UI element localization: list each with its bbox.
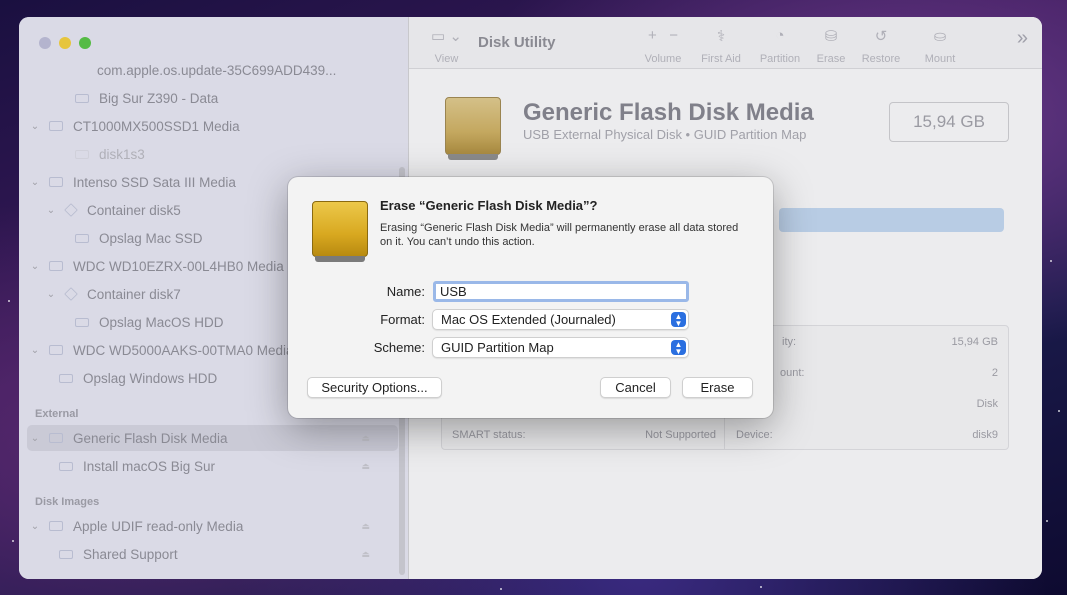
chevron-down-icon[interactable]: ⌄ bbox=[29, 177, 41, 188]
eject-icon[interactable]: ⏏ bbox=[361, 549, 370, 560]
volume-button[interactable]: + − Volume bbox=[641, 27, 685, 65]
sidebar-item-label: WDC WD10EZRX-00L4HB0 Media bbox=[73, 258, 284, 274]
disk-icon bbox=[49, 433, 63, 443]
sidebar-item[interactable]: disk1s3 bbox=[27, 141, 398, 167]
volume-icon bbox=[59, 461, 73, 471]
disk-icon bbox=[49, 345, 63, 355]
sidebar-item[interactable]: ⌄ Apple UDIF read-only Media ⏏ bbox=[27, 513, 398, 539]
sidebar-item-label: Install macOS Big Sur bbox=[83, 458, 216, 474]
restore-button[interactable]: ↺ Restore bbox=[859, 27, 903, 65]
minus-icon: − bbox=[669, 27, 679, 44]
sidebar-item-label: com.apple.os.update-35C699ADD439... bbox=[97, 62, 337, 78]
cancel-button[interactable]: Cancel bbox=[600, 377, 671, 398]
disk-icon bbox=[49, 261, 63, 271]
volume-icon bbox=[75, 149, 89, 159]
sidebar-item-label: Opslag Mac SSD bbox=[99, 230, 203, 246]
sidebar-section-external: External bbox=[35, 408, 79, 420]
chevron-down-icon[interactable]: ⌄ bbox=[45, 289, 57, 300]
sidebar-item-label: Shared Support bbox=[83, 546, 178, 562]
restore-icon: ↺ bbox=[874, 28, 888, 45]
zoom-window-button[interactable] bbox=[79, 37, 91, 49]
erase-icon: ⛁ bbox=[824, 28, 838, 45]
chevron-down-icon[interactable]: ⌄ bbox=[29, 433, 41, 444]
sidebar-item-generic-flash-disk[interactable]: ⌄ Generic Flash Disk Media ⏏ bbox=[27, 425, 398, 451]
chevron-right-double-icon[interactable]: » bbox=[1017, 27, 1028, 50]
volume-icon bbox=[75, 93, 89, 103]
pie-icon: ◔ bbox=[775, 27, 785, 44]
disk-hero bbox=[445, 97, 501, 160]
toolbar: ▭ ⌄ View Disk Utility + − Volume ⚕ First… bbox=[409, 17, 1042, 69]
name-field[interactable] bbox=[433, 281, 689, 302]
eject-icon[interactable]: ⏏ bbox=[361, 433, 370, 444]
app-title: Disk Utility bbox=[478, 34, 556, 51]
sidebar-item[interactable]: com.apple.os.update-35C699ADD439... bbox=[27, 57, 398, 83]
up-down-chevron-icon: ▲ ▼ bbox=[671, 340, 686, 356]
minimize-window-button[interactable] bbox=[59, 37, 71, 49]
volume-icon bbox=[75, 317, 89, 327]
sidebar-item-label: WDC WD5000AAKS-00TMA0 Media bbox=[73, 342, 294, 358]
sidebar-item[interactable]: ⌄ CT1000MX500SSD1 Media bbox=[27, 113, 398, 139]
traffic-lights bbox=[39, 37, 91, 49]
format-label: Format: bbox=[380, 312, 425, 327]
eject-icon[interactable]: ⏏ bbox=[361, 521, 370, 532]
scheme-label: Scheme: bbox=[373, 340, 425, 355]
chevron-down-icon[interactable]: ⌄ bbox=[29, 345, 41, 356]
view-button[interactable]: ▭ ⌄ View bbox=[431, 27, 462, 65]
close-window-button[interactable] bbox=[39, 37, 51, 49]
sidebar-item[interactable]: Big Sur Z390 - Data bbox=[27, 85, 398, 111]
mount-button[interactable]: ⛀ Mount bbox=[921, 27, 959, 65]
disk-icon bbox=[49, 177, 63, 187]
stethoscope-icon: ⚕ bbox=[716, 28, 726, 45]
sidebar-item-label: Big Sur Z390 - Data bbox=[99, 90, 219, 106]
sidebar-item-label: Intenso SSD Sata III Media bbox=[73, 174, 236, 190]
sidebar-item-label: Apple UDIF read-only Media bbox=[73, 518, 244, 534]
security-options-button[interactable]: Security Options... bbox=[307, 377, 442, 398]
erase-dialog: Erase “Generic Flash Disk Media”? Erasin… bbox=[288, 177, 773, 418]
eject-icon[interactable]: ⏏ bbox=[361, 461, 370, 472]
disk-icon bbox=[49, 121, 63, 131]
volume-icon bbox=[59, 549, 73, 559]
sidebar-item-label: Container disk7 bbox=[87, 286, 181, 302]
dialog-message: Erasing “Generic Flash Disk Media” will … bbox=[380, 222, 739, 248]
container-icon bbox=[64, 287, 78, 301]
scheme-select[interactable]: GUID Partition Map ▲ ▼ bbox=[432, 337, 689, 358]
sidebar-item-label: CT1000MX500SSD1 Media bbox=[73, 118, 240, 134]
disk-title: Generic Flash Disk Media bbox=[523, 99, 814, 126]
first-aid-button[interactable]: ⚕ First Aid bbox=[699, 27, 743, 65]
sidebar-item-label: Generic Flash Disk Media bbox=[73, 430, 228, 446]
chevron-down-icon[interactable]: ⌄ bbox=[29, 121, 41, 132]
erase-confirm-button[interactable]: Erase bbox=[682, 377, 753, 398]
sidebar-item-label: Opslag MacOS HDD bbox=[99, 314, 224, 330]
sidebar-item-label: disk1s3 bbox=[99, 146, 145, 162]
disk-icon bbox=[49, 521, 63, 531]
volume-icon bbox=[75, 233, 89, 243]
volume-icon bbox=[59, 373, 73, 383]
chevron-down-icon[interactable]: ⌄ bbox=[29, 261, 41, 272]
dialog-title: Erase “Generic Flash Disk Media”? bbox=[380, 198, 598, 213]
sidebar-item-label: Container disk5 bbox=[87, 202, 181, 218]
up-down-chevron-icon: ▲ ▼ bbox=[671, 312, 686, 328]
sidebar-toggle-icon: ▭ ⌄ bbox=[431, 28, 462, 45]
mount-icon: ⛀ bbox=[933, 28, 947, 45]
format-select[interactable]: Mac OS Extended (Journaled) ▲ ▼ bbox=[432, 309, 689, 330]
sidebar-item[interactable]: Shared Support ⏏ bbox=[27, 541, 398, 567]
erase-button[interactable]: ⛁ Erase bbox=[813, 27, 849, 65]
external-disk-icon bbox=[445, 97, 501, 160]
usage-bar bbox=[779, 208, 1004, 232]
disk-size-badge: 15,94 GB bbox=[889, 102, 1009, 142]
plus-icon: + bbox=[647, 27, 657, 44]
disk-subtitle: USB External Physical Disk • GUID Partit… bbox=[523, 127, 807, 142]
external-disk-icon bbox=[312, 201, 368, 262]
container-icon bbox=[64, 203, 78, 217]
partition-button[interactable]: ◔ Partition bbox=[755, 27, 805, 65]
chevron-down-icon[interactable]: ⌄ bbox=[29, 521, 41, 532]
sidebar-section-disk-images: Disk Images bbox=[35, 496, 100, 508]
chevron-down-icon[interactable]: ⌄ bbox=[45, 205, 57, 216]
name-label: Name: bbox=[386, 284, 425, 299]
sidebar-item-label: Opslag Windows HDD bbox=[83, 370, 218, 386]
sidebar-item[interactable]: Install macOS Big Sur ⏏ bbox=[27, 453, 398, 479]
